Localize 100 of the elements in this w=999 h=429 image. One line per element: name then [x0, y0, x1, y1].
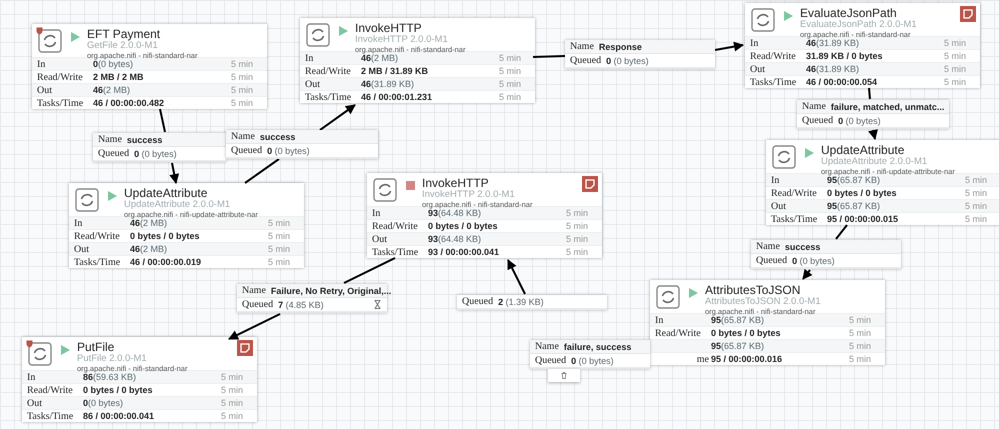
processor-name: PutFile	[77, 341, 116, 353]
queued-value: 0 (0 bytes)	[134, 148, 177, 158]
connection-label[interactable]: Name success Queued 0 (0 bytes)	[93, 133, 226, 162]
connection-name: success	[784, 242, 820, 252]
stat-label: In	[305, 52, 314, 64]
connection-name: failure, success	[564, 342, 632, 352]
connection-name: Response	[598, 42, 642, 52]
stat-value: 0 bytes / 0 bytes	[83, 385, 154, 395]
connection-label[interactable]: Name failure, matched, unmatc... Queued 0 (0 bytes)	[797, 100, 949, 129]
connection-label[interactable]: Queued 2 (1.39 KB)	[457, 295, 607, 310]
stat-period: 5 min	[564, 234, 588, 244]
stat-period: 5 min	[266, 218, 290, 228]
stat-label: Tasks/Time	[750, 76, 796, 88]
processor-name: EFT Payment	[87, 28, 162, 40]
note-icon[interactable]	[582, 176, 598, 192]
stat-label: Read/Write	[305, 66, 351, 76]
connection-arrow[interactable]	[169, 162, 180, 184]
connection-label[interactable]: Name success Queued 0 (0 bytes)	[751, 240, 901, 269]
connection-arrow[interactable]	[319, 104, 356, 131]
stat-period: 5 min	[498, 66, 521, 76]
stat-label: Read/Write	[655, 328, 701, 338]
stat-label: In	[27, 372, 36, 382]
processor-name: UpdateAttribute	[124, 187, 208, 199]
processor-type: GetFile 2.0.0-M1	[87, 41, 158, 50]
cycle-arrows-icon	[306, 23, 330, 47]
stat-value: 46(2 MB)	[130, 244, 168, 254]
stat-label: In	[771, 174, 780, 186]
cycle-arrows-icon	[373, 178, 397, 202]
connection-name-label: Name	[231, 131, 255, 142]
stat-label: Read/Write	[771, 188, 817, 198]
stat-value: 95 / 00:00:00.016	[711, 354, 784, 364]
bin-icon	[561, 372, 567, 379]
stat-period: 5 min	[220, 411, 243, 421]
stat-label: Tasks/Time	[771, 214, 818, 224]
stat-value: 46 / 00:00:00.019	[130, 257, 202, 267]
stat-label: Read/Write	[750, 50, 796, 62]
cycle-arrows-icon	[28, 342, 52, 366]
processor-name: InvokeHTTP	[422, 177, 490, 189]
stat-value: 46(2 MB)	[361, 53, 398, 63]
connection-name: success	[126, 134, 162, 144]
stat-value: 86(59.63 KB)	[83, 372, 138, 382]
connection-line[interactable]	[868, 88, 871, 100]
stat-period: 5 min	[964, 201, 987, 211]
connection-tab[interactable]	[548, 369, 580, 382]
queued-label: Queued	[570, 55, 602, 66]
connection-arrow[interactable]	[714, 42, 744, 52]
stat-label: Tasks/Time	[74, 256, 120, 268]
connection-arrow[interactable]	[507, 259, 526, 294]
queued-value: 0 (0 bytes)	[838, 116, 881, 126]
processor-type: UpdateAttribute 2.0.0-M1	[821, 157, 928, 166]
stat-value: 0(0 bytes)	[93, 59, 134, 69]
stat-period: 5 min	[942, 51, 966, 61]
stat-label: Tasks/Time	[372, 246, 418, 258]
connection-line[interactable]	[344, 257, 396, 284]
stat-label: Read/Write	[372, 220, 418, 232]
stat-label: Tasks/Time	[27, 410, 74, 422]
stat-value: 86 / 00:00:00.041	[83, 411, 156, 421]
stat-label: Read/Write	[37, 72, 83, 82]
stat-period: 5 min	[230, 85, 253, 95]
stat-value: 95 / 00:00:00.015	[827, 214, 900, 224]
queued-label: Queued	[231, 145, 262, 156]
queued-label: Queued	[462, 296, 494, 307]
stat-period: 5 min	[220, 398, 243, 408]
stat-value: 0 bytes / 0 bytes	[827, 188, 898, 198]
stat-value: 95(65.87 KB)	[827, 201, 882, 211]
processor-type: AttributesToJSON 2.0.0-M1	[705, 297, 821, 306]
stat-label: Read/Write	[27, 384, 73, 396]
connection-arrow[interactable]	[802, 268, 812, 280]
connection-label[interactable]: Name success Queued 0 (0 bytes)	[226, 130, 378, 159]
stat-period: 5 min	[942, 77, 966, 87]
processor-type: PutFile 2.0.0-M1	[77, 354, 148, 364]
stat-value: 95(65.87 KB)	[827, 175, 880, 185]
connection-name-label: Name	[242, 285, 266, 296]
processor-type: InvokeHTTP 2.0.0-M1	[355, 35, 449, 44]
cycle-arrows-icon	[38, 29, 62, 53]
stat-label: Out	[37, 84, 52, 96]
connection-name-label: Name	[535, 341, 559, 352]
connection-arrow[interactable]	[868, 129, 878, 140]
connection-label[interactable]: Name failure, success Queued 0 (0 bytes)	[530, 340, 650, 369]
stat-value: 93 / 00:00:00.041	[428, 247, 500, 257]
connection-line[interactable]	[835, 224, 848, 240]
processor-type: InvokeHTTP 2.0.0-M1	[422, 190, 516, 200]
queued-label: Queued	[242, 299, 274, 310]
note-icon[interactable]	[237, 340, 253, 356]
connection-line[interactable]	[159, 108, 166, 132]
stat-label: Out	[750, 64, 765, 74]
connection-line[interactable]	[532, 55, 566, 58]
connection-label[interactable]: Name Response Queued 0 (0 bytes)	[565, 40, 715, 69]
queued-label: Queued	[98, 148, 130, 159]
stat-period: 5 min	[964, 214, 987, 224]
stat-label: In	[74, 218, 82, 228]
stat-period: 5 min	[942, 64, 966, 74]
processor-name: EvaluateJsonPath	[800, 7, 898, 19]
note-icon[interactable]	[960, 6, 976, 22]
connection-arrow[interactable]	[228, 313, 280, 340]
stat-period: 5 min	[266, 231, 290, 241]
stat-period: 5 min	[848, 315, 871, 325]
stat-value: 0 bytes / 0 bytes	[428, 221, 499, 231]
stat-label: In	[750, 38, 758, 48]
connection-line[interactable]	[244, 158, 280, 184]
